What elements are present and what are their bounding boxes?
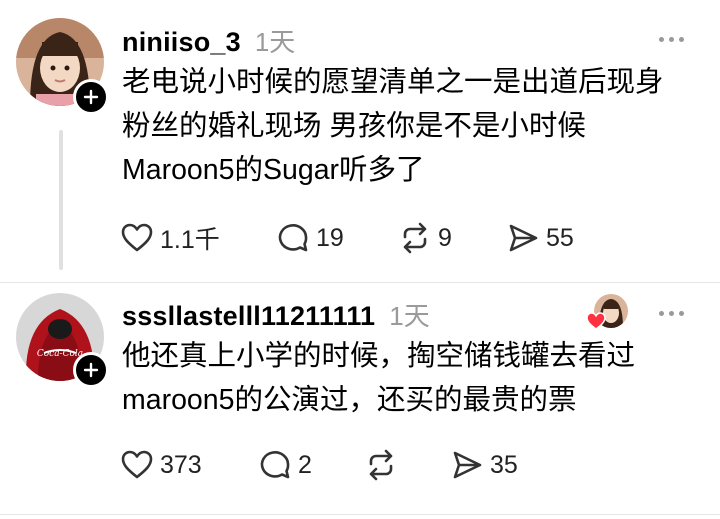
like-count: 1.1千 [160,226,220,254]
username[interactable]: sssllastelll11211111 [122,301,375,332]
post-header: niniiso_3 1天 [122,22,295,59]
reply-button[interactable]: 2 [258,448,364,482]
send-paper-plane-icon [453,451,482,479]
send-paper-plane-icon [509,224,538,252]
thread-line [59,130,63,270]
plus-icon [83,89,99,105]
post-text: 他还真上小学的时候，掏空储钱罐去看过 maroon5的公演过，还买的最贵的票 [122,340,636,416]
heart-icon [121,450,153,479]
comment-bubble-icon [260,451,290,479]
username[interactable]: niniiso_3 [122,27,241,58]
timestamp: 1天 [389,301,430,331]
repost-arrows-icon [369,449,393,481]
share-button[interactable]: 55 [506,221,574,255]
heart-icon [121,223,153,252]
share-count: 35 [490,450,518,479]
plus-icon [83,362,99,378]
more-dots-icon[interactable] [659,308,684,318]
like-button[interactable]: 373 [120,448,258,482]
repost-button[interactable] [364,448,450,482]
post-divider [0,514,720,515]
reply-count: 19 [316,223,344,252]
reply-count: 2 [298,450,312,479]
follow-button[interactable] [73,79,109,115]
action-bar: 1.1千 19 9 55 [120,218,574,258]
timestamp: 1天 [254,27,296,57]
post-divider [0,282,720,283]
post-text: 老电说小时候的愿望清单之一是出道后现身 粉丝的婚礼现场 男孩你是不是小时候 Ma… [122,66,664,186]
share-button[interactable]: 35 [450,448,518,482]
liked-heart-icon [586,312,606,330]
repost-button[interactable]: 9 [398,221,506,255]
like-button[interactable]: 1.1千 [120,220,276,256]
comment-bubble-icon [278,224,308,252]
repost-count: 9 [438,223,452,252]
action-bar: 373 2 35 [120,445,518,485]
follow-button[interactable] [73,352,109,388]
share-count: 55 [546,223,574,252]
reply-button[interactable]: 19 [276,221,398,255]
more-dots-icon[interactable] [659,34,684,44]
post-header: sssllastelll11211111 1天 [122,296,430,333]
repost-arrows-icon [403,222,427,254]
like-count: 373 [160,450,202,479]
